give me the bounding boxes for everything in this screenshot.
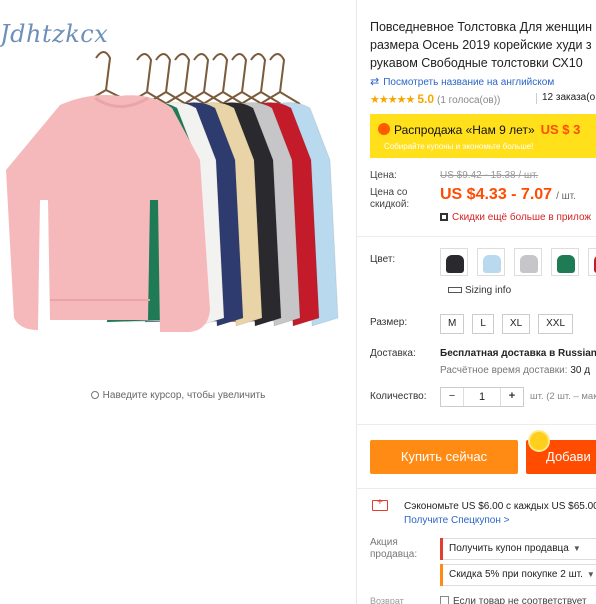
promo-highlight: US $ 3 xyxy=(540,122,581,137)
caret-down-icon: ▼ xyxy=(572,544,581,553)
hanger xyxy=(183,53,225,105)
color-label: Цвет: xyxy=(370,254,396,265)
sweater-thumbnail xyxy=(557,255,575,273)
translate-icon: ⇄ xyxy=(370,76,380,88)
quantity-input[interactable]: 1 xyxy=(463,388,501,406)
rating-row: ★★★★★ 5.0 (1 голоса(ов)) 12 заказа(о xyxy=(370,92,596,106)
size-label: Размер: xyxy=(370,317,408,328)
delivery-time: Расчётное время доставки: 30 д xyxy=(440,365,591,376)
return-label: Возврат xyxy=(370,596,404,604)
special-coupon-link[interactable]: Получите Спецкупон > xyxy=(404,515,510,526)
old-price: US $9.42 - 15.38 / шт. xyxy=(440,170,539,181)
size-options: M L XL XXL xyxy=(440,313,581,334)
seller-promo-label: Акция продавца: xyxy=(370,537,418,560)
star-rating-icon: ★★★★★ xyxy=(370,94,415,106)
orders-count: 12 заказа(о xyxy=(535,92,596,104)
product-gallery: Jdhtzkcx Наведите курсор, чтобы увеличит… xyxy=(0,0,356,604)
sweater-thumbnail xyxy=(520,255,538,273)
sweater-thumbnail xyxy=(483,255,501,273)
discount-price: US $4.33 - 7.07/ шт. xyxy=(440,186,576,203)
color-swatch[interactable] xyxy=(477,248,505,276)
hanger xyxy=(259,53,301,105)
qr-code-icon xyxy=(440,213,448,221)
size-option-l[interactable]: L xyxy=(472,314,494,334)
promo-subtext: Собирайте купоны и экономьте больше! xyxy=(384,142,534,151)
hanger xyxy=(145,53,187,105)
buy-now-button[interactable]: Купить сейчас xyxy=(370,440,518,474)
bulk-discount-dropdown[interactable]: Скидка 5% при покупке 2 шт. ▼ xyxy=(440,564,596,586)
title-line: размера Осень 2019 корейские худи з xyxy=(370,38,592,52)
ruler-icon xyxy=(448,287,462,293)
hanger xyxy=(202,53,244,105)
coupon-icon xyxy=(372,497,388,511)
checkbox-icon xyxy=(440,596,449,604)
savings-text: Сэкономьте US $6.00 с каждых US $65.00 xyxy=(404,501,596,512)
coin-icon xyxy=(530,432,548,450)
promo-label: Распродажа «Нам 9 лет» xyxy=(394,123,535,137)
shipping-label: Доставка: xyxy=(370,348,416,359)
product-title: Повседневное Толстовка Для женщин размер… xyxy=(370,18,596,72)
hanger xyxy=(221,53,263,105)
discount-price-label: Цена со скидкой: xyxy=(370,187,410,210)
zoom-hint-text: Наведите курсор, чтобы увеличить xyxy=(102,390,266,401)
promo-banner[interactable]: Распродажа «Нам 9 лет» US $ 3 Собирайте к… xyxy=(370,114,596,158)
quantity-note: шт. (2 шт. – мак xyxy=(530,391,596,402)
votes-count[interactable]: (1 голоса(ов)) xyxy=(437,95,500,106)
size-option-m[interactable]: M xyxy=(440,314,465,334)
color-swatch[interactable] xyxy=(514,248,542,276)
color-swatch[interactable] xyxy=(588,248,596,276)
zoom-hint: Наведите курсор, чтобы увеличить xyxy=(0,390,356,401)
return-policy: Если товар не соответствует xyxy=(440,596,587,604)
color-swatch[interactable] xyxy=(440,248,468,276)
pink-sweater xyxy=(6,95,210,332)
product-photo[interactable] xyxy=(0,0,356,340)
sweater-thumbnail xyxy=(446,255,464,273)
color-swatch[interactable] xyxy=(551,248,579,276)
seller-coupon-dropdown[interactable]: Получить купон продавца ▼ xyxy=(440,538,596,560)
hanger xyxy=(240,53,282,105)
english-name-link[interactable]: ⇄ Посмотреть название на английском xyxy=(370,75,554,88)
search-icon xyxy=(90,391,99,399)
brand-watermark: Jdhtzkcx xyxy=(0,20,109,48)
quantity-label: Количество: xyxy=(370,391,427,402)
shipping-method[interactable]: Бесплатная доставка в Russian xyxy=(440,348,596,359)
rating-value: 5.0 xyxy=(417,92,434,106)
size-option-xl[interactable]: XL xyxy=(501,314,531,334)
hanger xyxy=(164,53,206,105)
app-discount-link[interactable]: Скидки ещё больше в прилож xyxy=(440,212,591,223)
old-price-label: Цена: xyxy=(370,170,397,181)
color-swatches xyxy=(440,248,596,276)
title-line: Повседневное Толстовка Для женщин xyxy=(370,20,593,34)
quantity-decrease-button[interactable]: − xyxy=(441,388,463,406)
title-line: рукавом Свободные толстовки СХ10 xyxy=(370,56,583,70)
sale-badge-icon xyxy=(378,123,390,135)
caret-down-icon: ▼ xyxy=(586,570,595,579)
size-option-xxl[interactable]: XXL xyxy=(538,314,574,334)
column-divider xyxy=(356,0,357,604)
quantity-increase-button[interactable]: + xyxy=(501,388,523,406)
sizing-info-link[interactable]: Sizing info xyxy=(448,285,511,296)
quantity-stepper: − 1 + xyxy=(440,387,524,407)
product-info: Повседневное Толстовка Для женщин размер… xyxy=(370,0,596,604)
